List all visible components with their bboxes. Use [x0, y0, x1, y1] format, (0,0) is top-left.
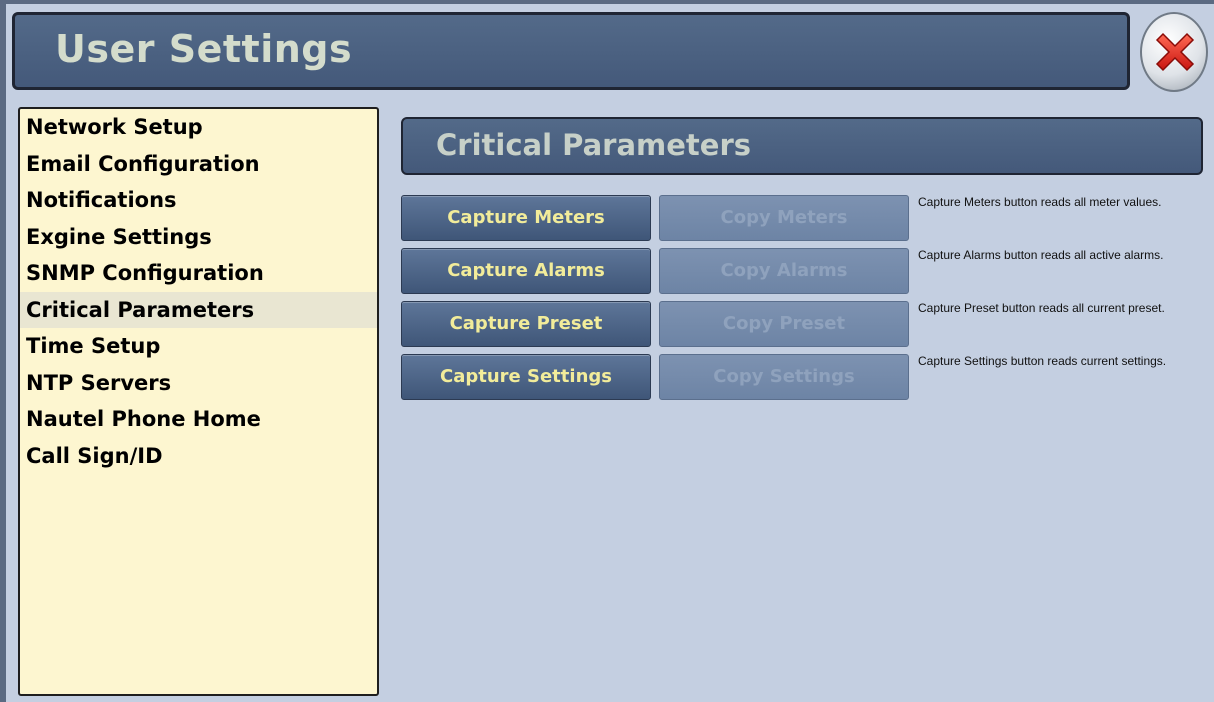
copy-preset-button[interactable]: Copy Preset: [659, 301, 909, 347]
settings-sidebar: Network Setup Email Configuration Notifi…: [18, 107, 379, 696]
section-title: Critical Parameters: [436, 128, 752, 162]
close-button[interactable]: [1140, 12, 1208, 92]
sidebar-item-snmp-configuration[interactable]: SNMP Configuration: [20, 255, 377, 292]
capture-settings-description: Capture Settings button reads current se…: [918, 354, 1167, 368]
section-header: Critical Parameters: [401, 117, 1203, 175]
sidebar-list: Network Setup Email Configuration Notifi…: [20, 109, 377, 474]
capture-settings-button[interactable]: Capture Settings: [401, 354, 651, 400]
capture-meters-description: Capture Meters button reads all meter va…: [918, 195, 1162, 209]
sidebar-item-critical-parameters[interactable]: Critical Parameters: [20, 291, 377, 328]
capture-preset-button[interactable]: Capture Preset: [401, 301, 651, 347]
parameter-row-alarms: Capture Alarms Copy Alarms Capture Alarm…: [401, 248, 1201, 296]
capture-meters-button[interactable]: Capture Meters: [401, 195, 651, 241]
parameter-row-settings: Capture Settings Copy Settings Capture S…: [401, 354, 1201, 402]
copy-alarms-button[interactable]: Copy Alarms: [659, 248, 909, 294]
sidebar-item-exgine-settings[interactable]: Exgine Settings: [20, 219, 377, 256]
copy-meters-button[interactable]: Copy Meters: [659, 195, 909, 241]
capture-alarms-description: Capture Alarms button reads all active a…: [918, 248, 1164, 262]
sidebar-item-notifications[interactable]: Notifications: [20, 182, 377, 219]
sidebar-item-call-sign-id[interactable]: Call Sign/ID: [20, 438, 377, 475]
copy-settings-button[interactable]: Copy Settings: [659, 354, 909, 400]
sidebar-item-network-setup[interactable]: Network Setup: [20, 109, 377, 146]
sidebar-item-time-setup[interactable]: Time Setup: [20, 328, 377, 365]
parameter-row-meters: Capture Meters Copy Meters Capture Meter…: [401, 195, 1201, 243]
sidebar-item-ntp-servers[interactable]: NTP Servers: [20, 365, 377, 402]
sidebar-item-nautel-phone-home[interactable]: Nautel Phone Home: [20, 401, 377, 438]
sidebar-item-email-configuration[interactable]: Email Configuration: [20, 146, 377, 183]
capture-alarms-button[interactable]: Capture Alarms: [401, 248, 651, 294]
title-bar: User Settings: [12, 12, 1130, 90]
page-title: User Settings: [55, 27, 353, 71]
parameter-row-preset: Capture Preset Copy Preset Capture Prese…: [401, 301, 1201, 349]
capture-preset-description: Capture Preset button reads all current …: [918, 301, 1165, 315]
close-x-icon: [1155, 32, 1195, 72]
